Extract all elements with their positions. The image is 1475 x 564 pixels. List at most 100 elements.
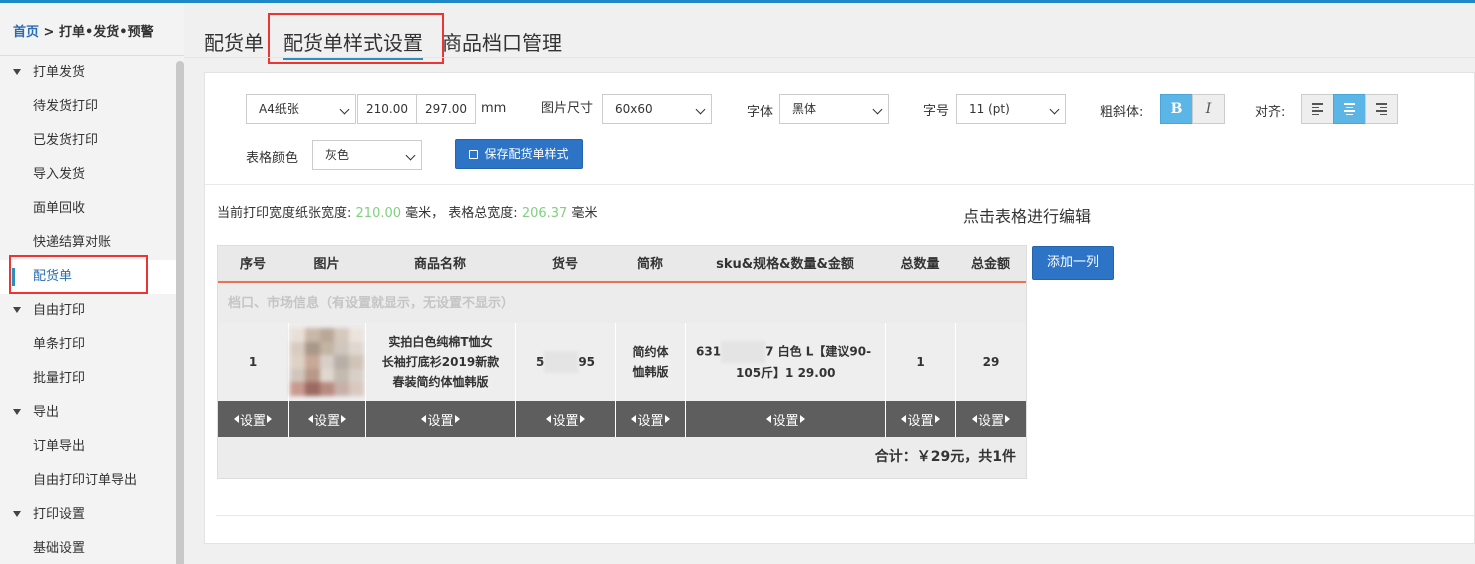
sidebar-item-free-print-export[interactable]: 自由打印订单导出 bbox=[0, 464, 176, 498]
sidebar-group-free-print[interactable]: 自由打印 bbox=[0, 294, 176, 328]
breadcrumb-separator: > bbox=[39, 25, 59, 40]
width-info-mid: 毫米， 表格总宽度: bbox=[405, 206, 518, 221]
paper-width-input[interactable]: 210.00 bbox=[357, 94, 417, 124]
sidebar: 首页 > 打单•发货•预警 打单发货 待发货打印 已发货打印 导入发货 面单回收… bbox=[0, 3, 184, 564]
paper-height-input[interactable]: 297.00 bbox=[416, 94, 476, 124]
italic-button[interactable]: I bbox=[1192, 94, 1225, 124]
chevron-down-icon bbox=[1049, 104, 1060, 115]
product-name-line: 长袖打底衫2019新款 bbox=[381, 355, 500, 369]
setting-label: 设置 bbox=[552, 413, 579, 429]
panel-bottom-divider bbox=[216, 515, 1475, 516]
caret-down-icon bbox=[13, 68, 21, 75]
align-center-button[interactable] bbox=[1333, 94, 1366, 124]
tab-picking-style[interactable]: 配货单样式设置 bbox=[283, 27, 423, 60]
table-color-select[interactable]: 灰色 bbox=[312, 140, 422, 170]
sidebar-item-batch-print[interactable]: 批量打印 bbox=[0, 362, 176, 396]
setting-label: 设置 bbox=[977, 413, 1004, 429]
column-setting-button[interactable]: 设置 bbox=[685, 401, 885, 437]
image-size-label: 图片尺寸 bbox=[541, 101, 594, 116]
tab-picking-list[interactable]: 配货单 bbox=[204, 27, 264, 56]
setting-label: 设置 bbox=[427, 413, 454, 429]
sidebar-item-pending-print[interactable]: 待发货打印 bbox=[0, 90, 176, 124]
arrow-right-icon bbox=[934, 415, 940, 423]
picking-list-table[interactable]: 序号 图片 商品名称 货号 简称 sku&规格&数量&金额 总数量 总金额 档口… bbox=[217, 245, 1027, 479]
shop-info-row[interactable]: 档口、市场信息（有设置就显示，无设置不显示） bbox=[218, 285, 1026, 323]
sidebar-group-label: 打印设置 bbox=[33, 507, 86, 522]
paper-select-value: A4纸张 bbox=[259, 102, 299, 116]
sidebar-item-single-print[interactable]: 单条打印 bbox=[0, 328, 176, 362]
column-setting-button[interactable]: 设置 bbox=[515, 401, 615, 437]
edit-hint: 点击表格进行编辑 bbox=[963, 207, 1092, 226]
align-right-button[interactable] bbox=[1365, 94, 1398, 124]
setting-label: 设置 bbox=[637, 413, 664, 429]
font-select[interactable]: 黑体 bbox=[779, 94, 889, 124]
spec-prefix: 631 bbox=[696, 344, 722, 359]
breadcrumb-current: 打单•发货•预警 bbox=[58, 25, 154, 40]
bold-button[interactable]: B bbox=[1160, 94, 1193, 124]
col-header-qty[interactable]: 总数量 bbox=[885, 246, 955, 283]
table-color-value: 灰色 bbox=[325, 148, 350, 162]
sidebar-menu: 打单发货 待发货打印 已发货打印 导入发货 面单回收 快递结算对账 配货单 自由… bbox=[0, 56, 176, 564]
spec-text: 7 白色 L【建议90- bbox=[765, 344, 872, 359]
sidebar-item-order-export[interactable]: 订单导出 bbox=[0, 430, 176, 464]
arrow-left-icon bbox=[901, 415, 907, 423]
sidebar-item-waybill-recycle[interactable]: 面单回收 bbox=[0, 192, 176, 226]
paper-select[interactable]: A4纸张 bbox=[246, 94, 356, 124]
col-header-short[interactable]: 简称 bbox=[615, 246, 685, 283]
product-name-line: 春装简约体恤韩版 bbox=[392, 375, 489, 389]
column-setting-button[interactable]: 设置 bbox=[885, 401, 955, 437]
arrow-right-icon bbox=[267, 415, 272, 423]
product-thumbnail-blurred bbox=[290, 328, 364, 396]
sidebar-item-label: 批量打印 bbox=[33, 371, 86, 386]
cell-qty: 1 bbox=[885, 323, 955, 401]
sidebar-item-import-ship[interactable]: 导入发货 bbox=[0, 158, 176, 192]
add-column-button[interactable]: 添加一列 bbox=[1032, 246, 1114, 280]
sku-suffix: 95 bbox=[578, 355, 596, 369]
sidebar-item-picking-list[interactable]: 配货单 bbox=[0, 260, 176, 294]
table-row[interactable]: 1 实拍白色纯棉T恤女 长袖打底衫2019新款 春装简约体恤韩版 5 95 简约… bbox=[218, 323, 1026, 401]
tab-stall-manage[interactable]: 商品档口管理 bbox=[442, 27, 562, 56]
col-header-spec[interactable]: sku&规格&数量&金额 bbox=[685, 246, 885, 283]
table-header: 序号 图片 商品名称 货号 简称 sku&规格&数量&金额 总数量 总金额 bbox=[218, 246, 1026, 283]
chevron-down-icon bbox=[405, 150, 416, 161]
bold-icon: B bbox=[1170, 101, 1183, 117]
arrow-right-icon bbox=[579, 415, 585, 423]
arrow-left-icon bbox=[766, 415, 772, 423]
breadcrumb-home[interactable]: 首页 bbox=[13, 25, 39, 40]
sidebar-group-export[interactable]: 导出 bbox=[0, 396, 176, 430]
font-size-label: 字号 bbox=[923, 104, 950, 119]
cell-image bbox=[288, 323, 365, 401]
align-left-button[interactable] bbox=[1301, 94, 1334, 124]
col-header-image[interactable]: 图片 bbox=[288, 246, 365, 283]
short-name-line: 恤韩版 bbox=[632, 365, 669, 379]
sidebar-item-shipped-print[interactable]: 已发货打印 bbox=[0, 124, 176, 158]
sidebar-scrollbar[interactable] bbox=[176, 61, 184, 564]
sidebar-item-basic-settings[interactable]: 基础设置 bbox=[0, 532, 176, 564]
column-setting-button[interactable]: 设置 bbox=[615, 401, 685, 437]
font-size-select[interactable]: 11 (pt) bbox=[956, 94, 1066, 124]
short-name-line: 简约体 bbox=[632, 345, 669, 359]
col-header-index[interactable]: 序号 bbox=[218, 246, 288, 283]
column-setting-button[interactable]: 设置 bbox=[288, 401, 365, 437]
width-info-suffix: 毫米 bbox=[571, 206, 598, 221]
image-size-select[interactable]: 60x60 bbox=[602, 94, 712, 124]
sidebar-group-print-settings[interactable]: 打印设置 bbox=[0, 498, 176, 532]
bold-italic-group: B I bbox=[1160, 94, 1225, 124]
column-setting-button[interactable]: 设置 bbox=[955, 401, 1026, 437]
chevron-down-icon bbox=[695, 104, 706, 115]
col-header-sku[interactable]: 货号 bbox=[515, 246, 615, 283]
sidebar-item-express-settlement[interactable]: 快递结算对账 bbox=[0, 226, 176, 260]
arrow-left-icon bbox=[421, 415, 427, 423]
active-indicator bbox=[12, 268, 15, 286]
sidebar-group-print-ship[interactable]: 打单发货 bbox=[0, 56, 176, 90]
col-header-amount[interactable]: 总金额 bbox=[955, 246, 1026, 283]
paper-width-value: 210.00 bbox=[355, 206, 402, 221]
column-setting-button[interactable]: 设置 bbox=[365, 401, 515, 437]
caret-down-icon bbox=[13, 306, 21, 313]
sidebar-item-label: 配货单 bbox=[33, 269, 73, 284]
width-info-prefix: 当前打印宽度纸张宽度: bbox=[217, 206, 352, 221]
col-header-name[interactable]: 商品名称 bbox=[365, 246, 515, 283]
column-setting-button[interactable]: 设置 bbox=[218, 401, 288, 437]
chevron-down-icon bbox=[339, 104, 350, 115]
save-style-button[interactable]: 保存配货单样式 bbox=[455, 139, 583, 169]
